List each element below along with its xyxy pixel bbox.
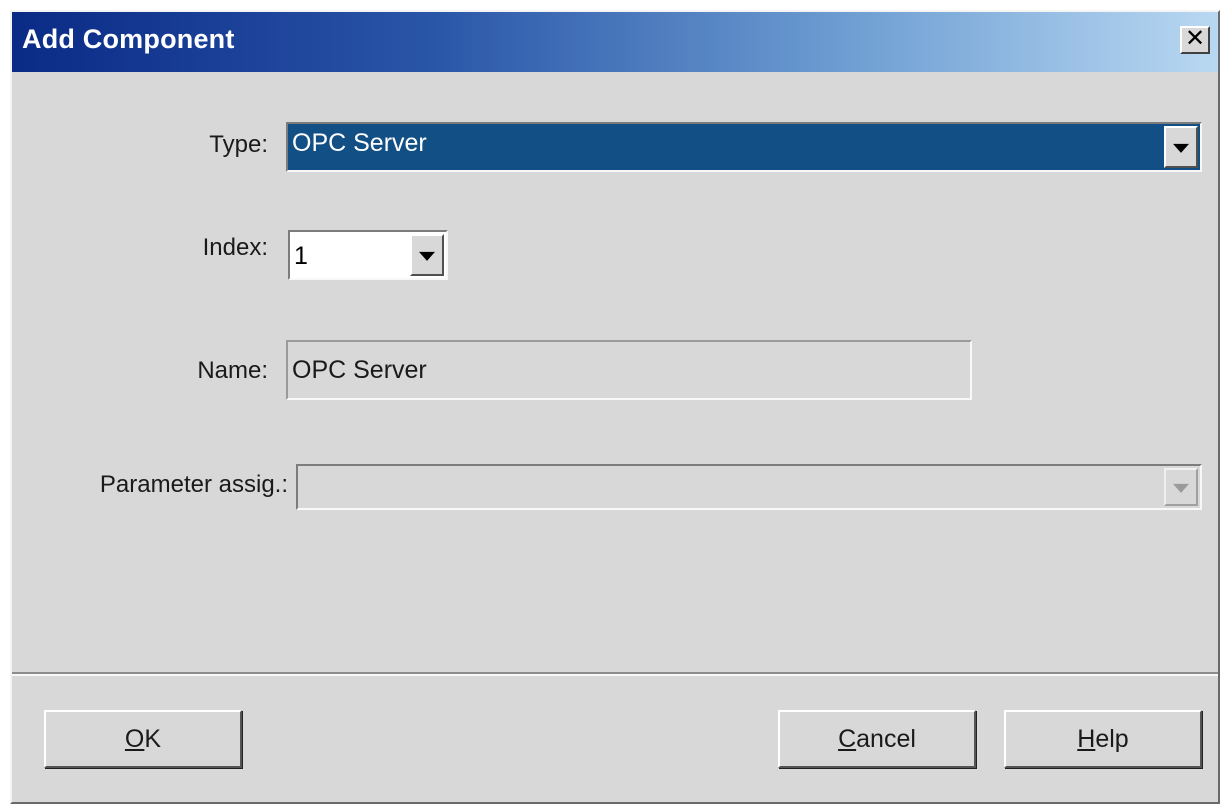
help-button-mnemonic: H bbox=[1077, 724, 1096, 753]
close-icon: ✕ bbox=[1184, 25, 1206, 52]
type-combobox[interactable]: OPC Server bbox=[286, 122, 1202, 172]
help-button-label: elp bbox=[1095, 724, 1129, 753]
index-combobox[interactable]: 1 bbox=[288, 230, 448, 280]
name-field-value: OPC Server bbox=[292, 356, 427, 384]
parameter-assignment-label: Parameter assig.: bbox=[99, 471, 288, 498]
ok-button[interactable]: OK bbox=[44, 710, 242, 768]
parameter-assignment-combobox[interactable] bbox=[296, 464, 1202, 510]
close-button[interactable]: ✕ bbox=[1180, 26, 1210, 54]
add-component-dialog: Add Component ✕ Type: OPC Server Index: … bbox=[10, 10, 1220, 804]
index-dropdown-button[interactable] bbox=[410, 234, 444, 276]
window-title: Add Component bbox=[22, 24, 235, 54]
chevron-down-icon bbox=[1173, 143, 1189, 153]
chevron-down-icon bbox=[1173, 483, 1189, 493]
type-label: Type: bbox=[209, 131, 268, 158]
cancel-button-label: ancel bbox=[856, 724, 916, 753]
cancel-button[interactable]: Cancel bbox=[778, 710, 976, 768]
cancel-button-mnemonic: C bbox=[838, 724, 857, 753]
ok-button-label: K bbox=[144, 724, 162, 753]
chevron-down-icon bbox=[419, 251, 435, 261]
help-button[interactable]: Help bbox=[1004, 710, 1202, 768]
type-combobox-value: OPC Server bbox=[292, 129, 427, 157]
index-combobox-value: 1 bbox=[294, 242, 308, 270]
separator bbox=[12, 672, 1218, 676]
index-label: Index: bbox=[202, 234, 268, 261]
type-dropdown-button[interactable] bbox=[1164, 126, 1198, 168]
ok-button-mnemonic: O bbox=[124, 724, 145, 753]
name-label: Name: bbox=[197, 357, 268, 384]
name-field[interactable]: OPC Server bbox=[286, 340, 972, 400]
parameter-assignment-dropdown-button[interactable] bbox=[1164, 468, 1198, 506]
title-bar[interactable]: Add Component ✕ bbox=[12, 12, 1218, 72]
